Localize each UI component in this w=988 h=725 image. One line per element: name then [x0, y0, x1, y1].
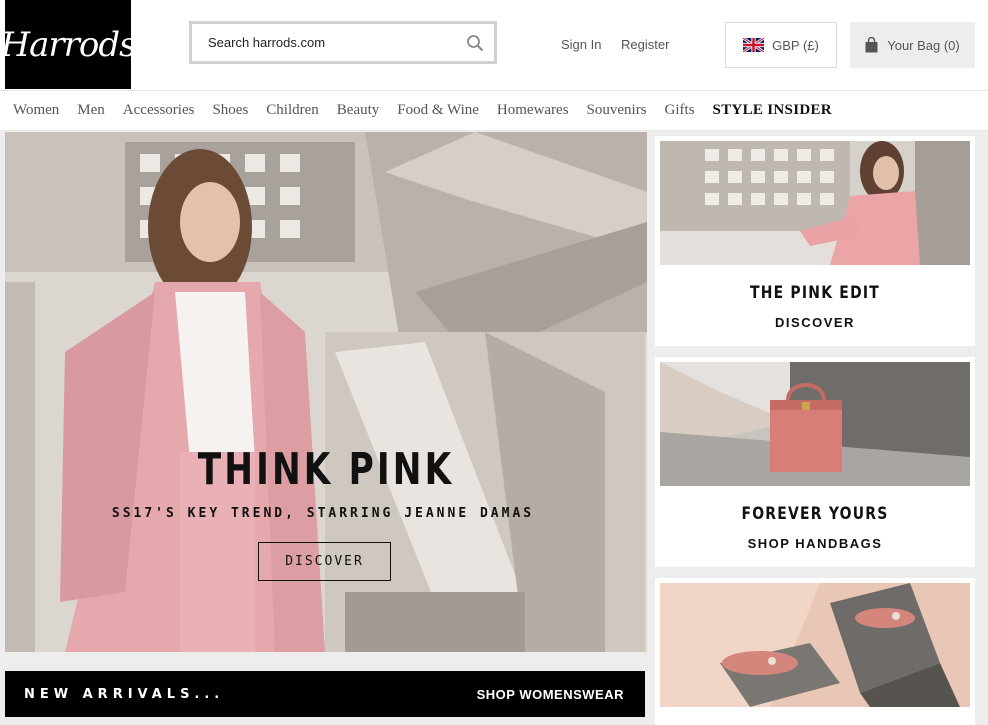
search-box[interactable]	[189, 21, 497, 64]
new-arrivals-label: NEW ARRIVALS...	[24, 686, 225, 702]
nav-item-accessories[interactable]: Accessories	[123, 102, 195, 119]
shopping-bag-button[interactable]: Your Bag (0)	[850, 22, 975, 68]
bag-label: Your Bag (0)	[887, 37, 960, 53]
nav-item-men[interactable]: Men	[77, 102, 105, 119]
sandals-image	[660, 583, 970, 707]
promo-card-forever-yours[interactable]: FOREVER YOURS SHOP HANDBAGS	[655, 357, 975, 567]
hero-banner[interactable]: THINK PINK SS17'S KEY TREND, STARRING JE…	[5, 132, 647, 652]
currency-selector[interactable]: GBP (£)	[725, 22, 837, 68]
shop-womenswear-link[interactable]: SHOP WOMENSWEAR	[477, 687, 624, 702]
hero-title: THINK PINK	[197, 444, 455, 495]
search-icon[interactable]	[466, 34, 484, 52]
register-link[interactable]: Register	[621, 37, 669, 52]
main-navigation: Women Men Accessories Shoes Children Bea…	[0, 90, 988, 131]
promo-card-sandals[interactable]	[655, 578, 975, 725]
sign-in-link[interactable]: Sign In	[561, 37, 601, 52]
hero-subtitle: SS17'S KEY TREND, STARRING JEANNE DAMAS	[111, 506, 535, 521]
uk-flag-icon	[743, 38, 765, 52]
pink-edit-image	[660, 141, 970, 265]
search-input[interactable]	[208, 35, 466, 50]
nav-item-homewares[interactable]: Homewares	[497, 102, 569, 119]
nav-item-shoes[interactable]: Shoes	[212, 102, 248, 119]
nav-item-gifts[interactable]: Gifts	[665, 102, 695, 119]
nav-item-food-wine[interactable]: Food & Wine	[397, 102, 479, 119]
currency-label: GBP (£)	[772, 37, 819, 53]
logo-text: Harrods	[0, 24, 136, 65]
pink-edit-title: THE PINK EDIT	[749, 283, 881, 303]
forever-yours-title: FOREVER YOURS	[741, 504, 889, 524]
new-arrivals-bar[interactable]: NEW ARRIVALS... SHOP WOMENSWEAR	[5, 671, 645, 717]
nav-item-style-insider[interactable]: STYLE INSIDER	[713, 102, 832, 119]
nav-item-children[interactable]: Children	[266, 102, 319, 119]
harrods-logo[interactable]: Harrods	[0, 0, 137, 89]
handbag-image	[660, 362, 970, 486]
nav-item-beauty[interactable]: Beauty	[337, 102, 380, 119]
pink-edit-discover-link[interactable]: DISCOVER	[655, 315, 975, 330]
site-header: Harrods Sign In Register GBP (£) Your Ba…	[0, 0, 988, 90]
nav-item-women[interactable]: Women	[13, 102, 59, 119]
bag-icon	[865, 37, 878, 53]
hero-discover-button[interactable]: DISCOVER	[258, 542, 391, 581]
shop-handbags-link[interactable]: SHOP HANDBAGS	[655, 536, 975, 551]
nav-item-souvenirs[interactable]: Souvenirs	[587, 102, 647, 119]
promo-card-pink-edit[interactable]: THE PINK EDIT DISCOVER	[655, 136, 975, 346]
